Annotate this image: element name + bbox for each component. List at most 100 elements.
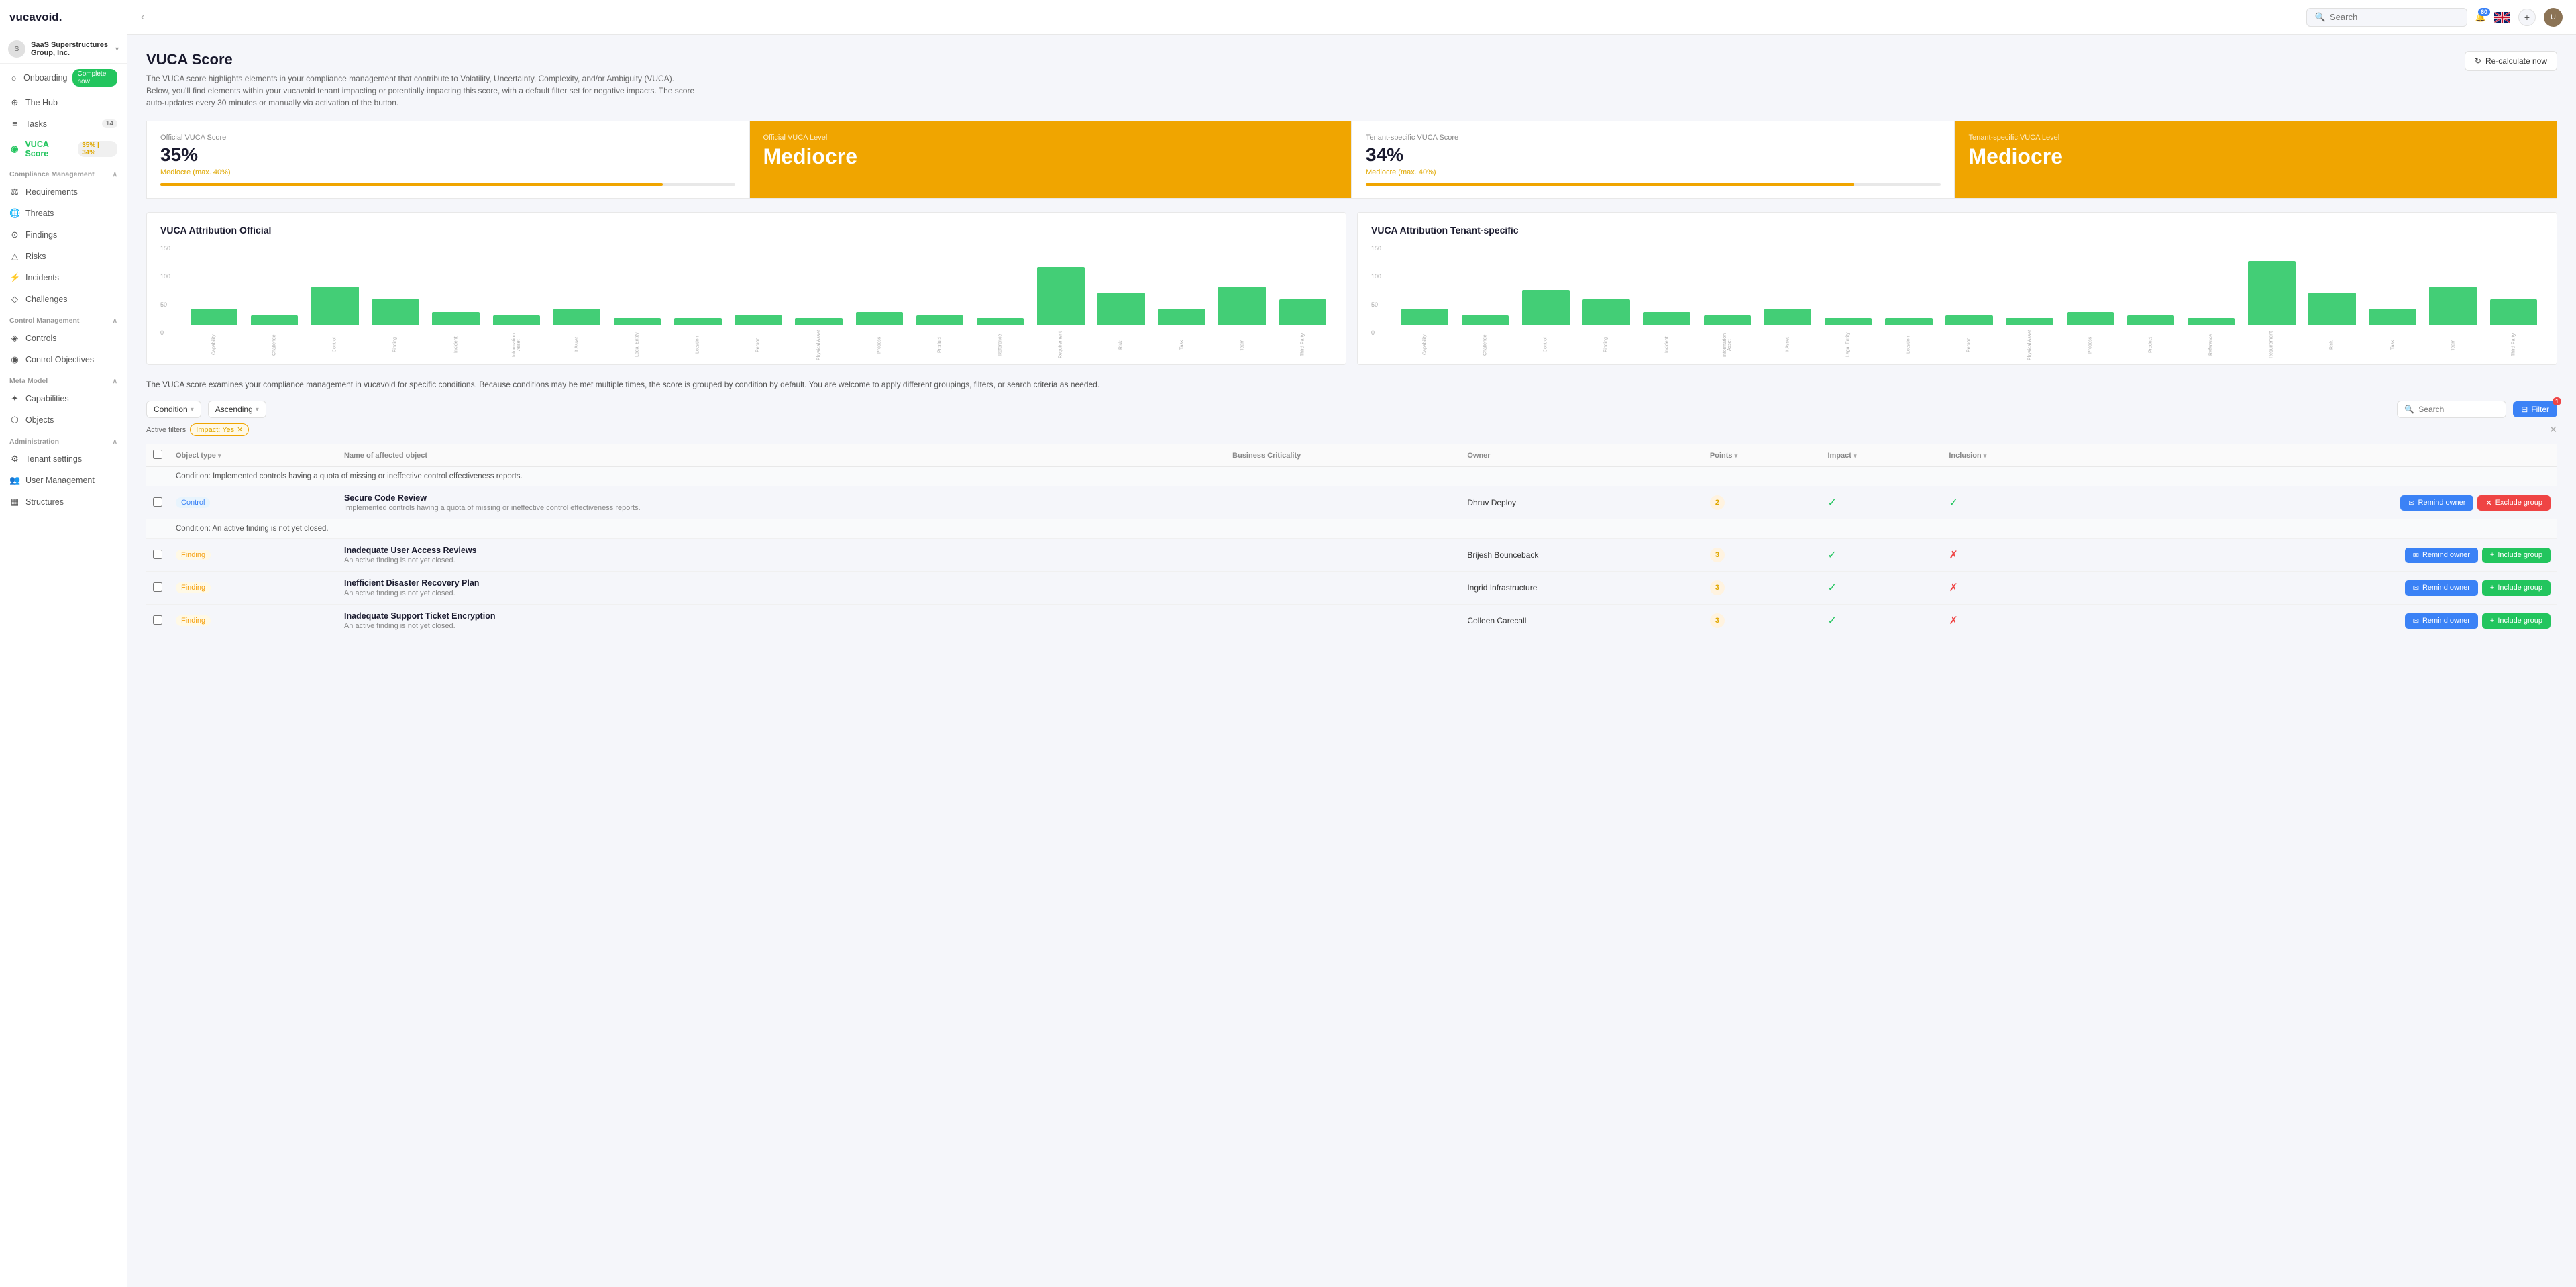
table-search-icon: 🔍: [2404, 405, 2414, 414]
recalculate-button[interactable]: ↻ Re-calculate now: [2465, 51, 2557, 71]
sidebar-item-requirements[interactable]: ⚖ Requirements: [0, 181, 127, 203]
bar-item: [427, 245, 486, 325]
sidebar-item-incidents[interactable]: ⚡ Incidents: [0, 267, 127, 289]
findings-icon: ⊙: [9, 229, 20, 240]
sidebar-item-challenges[interactable]: ◇ Challenges: [0, 289, 127, 310]
table-row: Finding Inefficient Disaster Recovery Pl…: [146, 572, 2557, 605]
sidebar-item-objects[interactable]: ⬡ Objects: [0, 409, 127, 431]
bar-item: [850, 245, 909, 325]
criticality-cell: [1226, 605, 1460, 637]
group-by-chevron-icon: ▾: [191, 406, 194, 413]
close-filters-icon[interactable]: ✕: [2549, 424, 2557, 435]
name-header: Name of affected object: [337, 444, 1226, 467]
object-description: An active finding is not yet closed.: [344, 622, 1219, 630]
remind-owner-button[interactable]: ✉ Remind owner: [2400, 495, 2473, 511]
bar-item: [1879, 245, 1938, 325]
include-group-button[interactable]: + Include group: [2482, 548, 2551, 563]
inclusion-cell: ✓: [1942, 486, 2088, 519]
inclusion-x-icon: ✗: [1949, 582, 1957, 594]
bar-item: [2484, 245, 2543, 325]
criticality-cell: [1226, 486, 1460, 519]
notifications-bell[interactable]: 🔔 60: [2475, 12, 2486, 23]
table-search[interactable]: 🔍: [2397, 401, 2506, 418]
group-by-dropdown[interactable]: Condition ▾: [146, 401, 201, 418]
impact-cell: ✓: [1821, 605, 1943, 637]
filter-button[interactable]: ⊟ Filter 1: [2513, 401, 2557, 417]
row-checkbox[interactable]: [153, 497, 162, 507]
org-selector[interactable]: S SaaS Superstructures Group, Inc. ▾: [0, 35, 127, 64]
active-filters: Active filters Impact: Yes ✕ ✕: [146, 423, 2557, 436]
sidebar-item-capabilities[interactable]: ✦ Capabilities: [0, 388, 127, 409]
bar-item: [668, 245, 727, 325]
sidebar-item-tenant[interactable]: ⚙ Tenant settings: [0, 448, 127, 470]
meta-chevron-icon[interactable]: ∧: [113, 378, 117, 385]
include-icon: +: [2490, 584, 2494, 592]
points-header[interactable]: Points ▾: [1703, 444, 1821, 467]
sidebar-item-threats[interactable]: 🌐 Threats: [0, 203, 127, 224]
object-name: Inadequate Support Ticket Encryption: [344, 611, 1219, 621]
control-section-header: Control Management ∧: [0, 310, 127, 327]
search-input[interactable]: [2330, 12, 2451, 22]
sidebar-item-risks[interactable]: △ Risks: [0, 246, 127, 267]
user-mgmt-icon: 👥: [9, 475, 20, 486]
inclusion-header[interactable]: Inclusion ▾: [1942, 444, 2088, 467]
tenant-score-card: Tenant-specific VUCA Score 34% Mediocre …: [1352, 121, 1955, 199]
official-score-progress: [160, 183, 735, 186]
impact-header[interactable]: Impact ▾: [1821, 444, 1943, 467]
mail-icon: ✉: [2413, 617, 2419, 625]
add-button[interactable]: +: [2518, 9, 2536, 26]
select-all-checkbox[interactable]: [153, 450, 162, 459]
sort-label: Ascending: [215, 405, 253, 414]
sidebar-item-control-objectives[interactable]: ◉ Control Objectives: [0, 349, 127, 370]
sidebar-collapse-icon[interactable]: ‹: [141, 11, 144, 23]
app-logo: vucavoid.: [0, 0, 127, 35]
object-description: An active finding is not yet closed.: [344, 556, 1219, 564]
exclude-group-button[interactable]: ✕ Exclude group: [2477, 495, 2551, 511]
impact-cell: ✓: [1821, 486, 1943, 519]
row-checkbox[interactable]: [153, 615, 162, 625]
vuca-score-badge: 35% | 34%: [78, 141, 117, 157]
include-group-button[interactable]: + Include group: [2482, 613, 2551, 629]
row-checkbox-cell: [146, 486, 169, 519]
global-search[interactable]: 🔍: [2306, 8, 2467, 27]
sidebar-item-tasks[interactable]: ≡ Tasks 14: [0, 113, 127, 134]
object-type-header[interactable]: Object type ▾: [169, 444, 337, 467]
sidebar-item-structures[interactable]: ▦ Structures: [0, 491, 127, 513]
sidebar-item-user-management[interactable]: 👥 User Management: [0, 470, 127, 491]
sidebar-item-onboarding[interactable]: ○ Onboarding Complete now: [0, 64, 127, 92]
sidebar-item-label: Tasks: [25, 119, 47, 129]
points-badge: 3: [1710, 580, 1725, 595]
inclusion-x-icon: ✗: [1949, 615, 1957, 627]
sidebar-item-controls[interactable]: ◈ Controls: [0, 327, 127, 349]
include-group-button[interactable]: + Include group: [2482, 580, 2551, 596]
remind-owner-button[interactable]: ✉ Remind owner: [2405, 548, 2478, 563]
sidebar-item-label: Requirements: [25, 187, 78, 197]
sidebar-item-vuca-score[interactable]: ◉ VUCA Score 35% | 34%: [0, 134, 127, 164]
bar-item: [2242, 245, 2301, 325]
compliance-chevron-icon[interactable]: ∧: [113, 171, 117, 178]
official-chart-title: VUCA Attribution Official: [160, 225, 1332, 236]
control-chevron-icon[interactable]: ∧: [113, 317, 117, 325]
bar-item: [1395, 245, 1454, 325]
language-flag[interactable]: [2494, 12, 2510, 23]
bar-item: [1091, 245, 1150, 325]
tenant-score-progress-bar: [1366, 183, 1854, 186]
impact-check-icon: ✓: [1828, 550, 1837, 561]
table-header-row: Object type ▾ Name of affected object Bu…: [146, 444, 2557, 467]
admin-chevron-icon[interactable]: ∧: [113, 438, 117, 446]
official-score-value: 35%: [160, 144, 735, 166]
sidebar-item-findings[interactable]: ⊙ Findings: [0, 224, 127, 246]
row-checkbox[interactable]: [153, 582, 162, 592]
criticality-header: Business Criticality: [1226, 444, 1460, 467]
sidebar-item-label: Incidents: [25, 273, 59, 282]
row-checkbox[interactable]: [153, 550, 162, 559]
bar-item: [910, 245, 969, 325]
remove-filter-icon[interactable]: ✕: [237, 425, 243, 434]
actions-header: [2088, 444, 2557, 467]
table-search-input[interactable]: [2418, 405, 2499, 414]
user-avatar[interactable]: U: [2544, 8, 2563, 27]
remind-owner-button[interactable]: ✉ Remind owner: [2405, 613, 2478, 629]
remind-owner-button[interactable]: ✉ Remind owner: [2405, 580, 2478, 596]
sort-dropdown[interactable]: Ascending ▾: [208, 401, 266, 418]
sidebar-item-hub[interactable]: ⊕ The Hub: [0, 92, 127, 113]
